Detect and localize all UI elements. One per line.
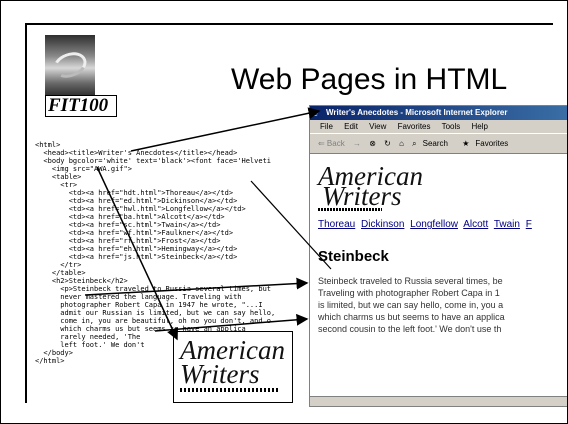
page-paragraph: Steinbeck traveled to Russia several tim…	[318, 275, 567, 335]
slide-title: Web Pages in HTML	[231, 63, 508, 96]
code-line: <td><a href="eh.html">Hemingway</a></td>	[35, 245, 238, 253]
course-label: FIT100	[45, 95, 117, 117]
paragraph-line: which charms us but seems to have an app…	[318, 312, 505, 322]
status-bar	[310, 396, 567, 406]
overlay-logo-line-2: Writers	[180, 359, 260, 389]
page-content: American Writers Thoreau Dickinson Longf…	[310, 154, 567, 402]
code-line: <td><a href="hwl.html">Longfellow</a></t…	[35, 205, 246, 213]
browser-title-bar: e Writer's Anecdotes - Microsoft Interne…	[310, 106, 567, 120]
menu-view[interactable]: View	[369, 122, 386, 131]
code-line: admit our Russian is limited, but we can…	[35, 309, 276, 317]
favorites-label: Favorites	[475, 139, 509, 148]
nav-link-alcott[interactable]: Alcott	[463, 219, 488, 230]
menu-edit[interactable]: Edit	[344, 122, 358, 131]
top-rule	[25, 23, 553, 25]
left-rule	[25, 23, 27, 403]
code-line: photographer Robert Capa in 1947 he wrot…	[35, 301, 263, 309]
window-title: Writer's Anecdotes - Microsoft Internet …	[326, 108, 508, 117]
code-line: come in, you are beautiful, oh no you do…	[35, 317, 272, 325]
search-label: Search	[422, 139, 448, 148]
back-button[interactable]: ⇐ Back	[318, 139, 345, 148]
forward-button[interactable]: →	[353, 139, 361, 148]
menu-help[interactable]: Help	[472, 122, 488, 131]
code-line: <h2>Steinbeck</h2>	[35, 277, 128, 285]
code-line: never mastered the language. Traveling w…	[35, 293, 242, 301]
nav-link-dickinson[interactable]: Dickinson	[361, 219, 404, 230]
menu-favorites[interactable]: Favorites	[398, 122, 431, 131]
code-line: <td><a href="ba.html">Alcott</a></td>	[35, 213, 225, 221]
code-line: <table>	[35, 173, 82, 181]
code-line: <td><a href="js.html">Steinbeck</a></td>	[35, 253, 238, 261]
code-line: <body bgcolor='white' text='black'><font…	[35, 157, 272, 165]
code-line: <head><title>Writer's Anecdotes</title><…	[35, 149, 238, 157]
code-line: <p>Steinbeck traveled to Russia several …	[35, 285, 272, 293]
slide: FIT100 Web Pages in HTML <html> <head><t…	[0, 0, 568, 424]
code-line: <img src="AWA.gif">	[35, 165, 132, 173]
american-writers-logo-enlarged: American Writers	[173, 331, 293, 403]
code-line: <td><a href="hdt.html">Thoreau</a></td>	[35, 189, 234, 197]
refresh-icon[interactable]: ↻	[384, 139, 391, 148]
ie-icon: e	[313, 108, 319, 118]
code-line: </tr>	[35, 261, 82, 269]
code-line: </table>	[35, 269, 86, 277]
author-nav: Thoreau Dickinson Longfellow Alcott Twai…	[318, 219, 567, 230]
code-line: <html>	[35, 141, 61, 149]
search-button[interactable]: ⌕ Search	[412, 139, 454, 148]
code-line: <td><a href="ed.html">Dickinson</a></td>	[35, 197, 238, 205]
menu-bar: File Edit View Favorites Tools Help	[310, 120, 567, 134]
browser-toolbar: ⇐ Back → ⊗ ↻ ⌂ ⌕ Search ★ Favorites	[310, 134, 567, 154]
course-logo-image	[45, 35, 95, 95]
nav-link-f[interactable]: F	[526, 219, 532, 230]
american-writers-logo: American Writers	[318, 163, 567, 211]
home-icon[interactable]: ⌂	[399, 139, 404, 148]
paragraph-line: second cousin to the left foot.' We don'…	[318, 324, 502, 334]
paragraph-line: Steinbeck traveled to Russia several tim…	[318, 276, 503, 286]
paragraph-line: is limited, but we can say hello, come i…	[318, 300, 504, 310]
search-icon: ⌕	[412, 139, 417, 148]
menu-tools[interactable]: Tools	[442, 122, 461, 131]
nav-link-thoreau[interactable]: Thoreau	[318, 219, 355, 230]
logo-line-2: Writers	[322, 181, 402, 211]
code-line: <td><a href="sc.html">Twain</a></td>	[35, 221, 221, 229]
stop-icon[interactable]: ⊗	[369, 139, 376, 148]
menu-file[interactable]: File	[320, 122, 333, 131]
code-line: <td><a href="rf.html">Frost</a></td>	[35, 237, 221, 245]
page-heading: Steinbeck	[318, 248, 389, 265]
browser-window: e Writer's Anecdotes - Microsoft Interne…	[309, 105, 567, 407]
paragraph-line: Traveling with photographer Robert Capa …	[318, 288, 500, 298]
nav-link-twain[interactable]: Twain	[494, 219, 520, 230]
nav-link-longfellow[interactable]: Longfellow	[410, 219, 458, 230]
favorites-icon: ★	[462, 139, 470, 148]
favorites-button[interactable]: ★ Favorites	[462, 139, 514, 148]
code-line: <tr>	[35, 181, 78, 189]
code-line: <td><a href="wf.html">Faulkner</a></td>	[35, 229, 234, 237]
